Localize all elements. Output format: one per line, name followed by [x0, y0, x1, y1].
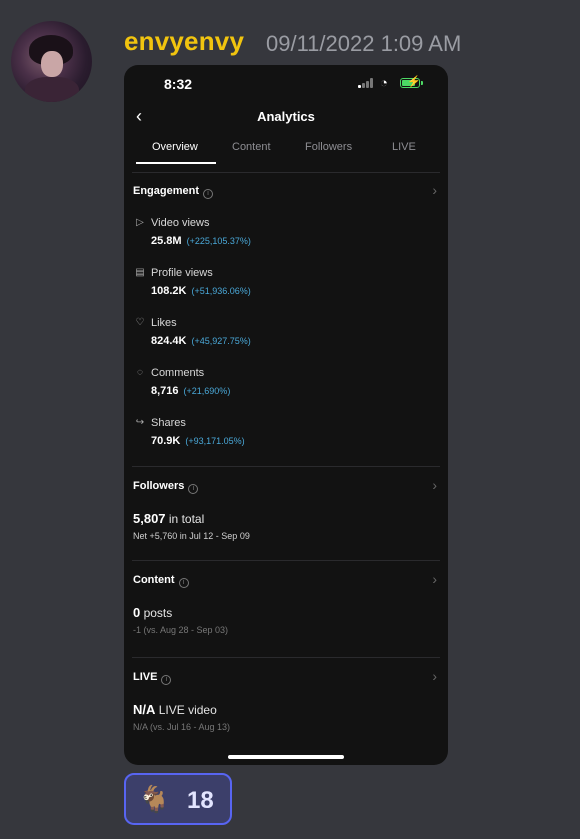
- profile-views-change: (+51,936.06%): [191, 286, 251, 296]
- followers-header[interactable]: Followers i: [133, 480, 199, 494]
- charging-icon: ⚡: [407, 76, 421, 88]
- comments-value: 8,716: [151, 385, 179, 397]
- avatar-body: [25, 77, 79, 102]
- live-total: N/A LIVE video: [133, 702, 217, 717]
- chevron-right-icon[interactable]: ›: [432, 668, 437, 684]
- reaction-count: 18: [187, 787, 214, 814]
- followers-total: 5,807 in total: [133, 511, 204, 526]
- live-count: N/A: [133, 702, 156, 717]
- nav-bar: ‹ Analytics: [124, 103, 448, 131]
- play-icon: ▷: [136, 217, 144, 228]
- likes-change: (+45,927.75%): [191, 336, 251, 346]
- goat-reaction-button[interactable]: 🐐 18: [124, 773, 232, 825]
- comment-icon: ◌: [137, 367, 143, 378]
- video-views-change: (+225,105.37%): [186, 236, 251, 246]
- live-header[interactable]: LIVE i: [133, 671, 172, 685]
- user-avatar[interactable]: [11, 21, 92, 102]
- active-tab-indicator: [136, 162, 216, 164]
- engagement-header[interactable]: Engagement i: [133, 185, 214, 199]
- wifi-icon: ◔: [380, 75, 388, 90]
- followers-net: Net +5,760 in Jul 12 - Sep 09: [133, 531, 250, 541]
- comments-change: (+21,690%): [183, 386, 231, 396]
- posts-count: 0: [133, 605, 141, 620]
- info-icon[interactable]: i: [188, 484, 199, 494]
- profile-views-value: 108.2K: [151, 285, 187, 297]
- status-bar: 8:32 ◔ ⚡: [124, 65, 448, 103]
- engagement-title: Engagement: [133, 185, 200, 197]
- info-icon[interactable]: i: [203, 189, 214, 199]
- chevron-right-icon[interactable]: ›: [432, 477, 437, 493]
- username[interactable]: envyenvy: [124, 26, 244, 57]
- tab-live[interactable]: LIVE: [392, 141, 416, 153]
- profile-icon: ▤: [135, 267, 145, 278]
- divider: [132, 466, 440, 467]
- metric-value-profile-views: 108.2K (+51,936.06%): [151, 285, 251, 297]
- content-header[interactable]: Content i: [133, 574, 189, 588]
- info-icon[interactable]: i: [161, 675, 172, 685]
- divider: [132, 657, 440, 658]
- tab-content[interactable]: Content: [232, 141, 271, 153]
- live-title: LIVE: [133, 671, 158, 683]
- metric-value-likes: 824.4K (+45,927.75%): [151, 335, 251, 347]
- content-compare: -1 (vs. Aug 28 - Sep 03): [133, 625, 229, 635]
- avatar-face: [41, 51, 63, 77]
- metric-value-shares: 70.9K (+93,171.05%): [151, 435, 245, 447]
- share-icon: ↪: [135, 417, 145, 428]
- chevron-right-icon[interactable]: ›: [432, 182, 437, 198]
- info-icon[interactable]: i: [178, 578, 189, 588]
- goat-emoji-icon: 🐐: [138, 784, 171, 814]
- page-title: Analytics: [257, 109, 315, 124]
- heart-icon: ♡: [135, 317, 145, 328]
- live-compare: N/A (vs. Jul 16 - Aug 13): [133, 722, 231, 732]
- video-views-value: 25.8M: [151, 235, 182, 247]
- content-title: Content: [133, 574, 175, 586]
- live-suffix: LIVE video: [158, 703, 217, 717]
- metric-label-profile-views: Profile views: [151, 267, 213, 279]
- posts-suffix: posts: [143, 606, 173, 620]
- tab-bar: Overview Content Followers LIVE: [124, 137, 448, 164]
- metric-label-video-views: Video views: [151, 217, 210, 229]
- status-time: 8:32: [164, 76, 193, 92]
- followers-count: 5,807: [133, 511, 166, 526]
- followers-title: Followers: [133, 480, 185, 492]
- metric-label-shares: Shares: [151, 417, 186, 429]
- signal-icon: [358, 78, 374, 88]
- metric-label-likes: Likes: [151, 317, 177, 329]
- shares-change: (+93,171.05%): [185, 436, 245, 446]
- metric-value-video-views: 25.8M (+225,105.37%): [151, 235, 251, 247]
- message-timestamp: 09/11/2022 1:09 AM: [266, 31, 462, 56]
- likes-value: 824.4K: [151, 335, 187, 347]
- chevron-right-icon[interactable]: ›: [432, 571, 437, 587]
- metric-label-comments: Comments: [151, 367, 205, 379]
- divider: [132, 172, 440, 173]
- shares-value: 70.9K: [151, 435, 181, 447]
- tab-followers[interactable]: Followers: [305, 141, 352, 153]
- screenshot-attachment[interactable]: 8:32 ◔ ⚡ ‹ Analytics Overview Content Fo…: [124, 65, 448, 765]
- home-indicator: [228, 755, 344, 759]
- content-total: 0 posts: [133, 605, 172, 620]
- metric-value-comments: 8,716 (+21,690%): [151, 385, 230, 397]
- divider: [132, 560, 440, 561]
- followers-suffix: in total: [168, 512, 205, 526]
- tab-overview[interactable]: Overview: [152, 141, 198, 153]
